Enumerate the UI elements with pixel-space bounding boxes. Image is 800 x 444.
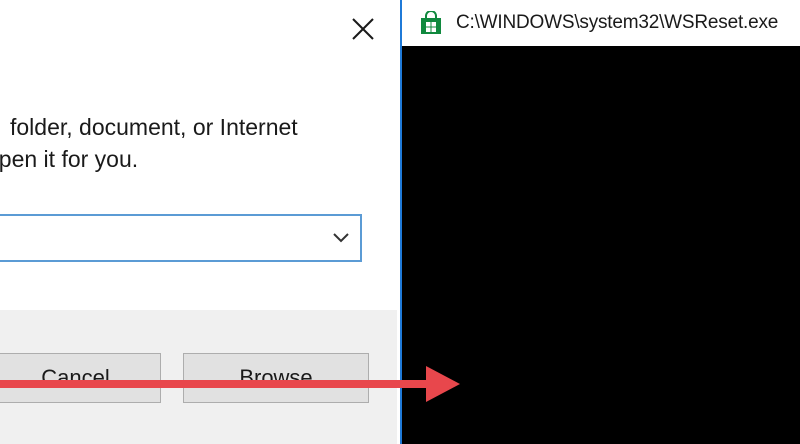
close-icon [352, 18, 374, 40]
browse-button[interactable]: Browse [183, 353, 369, 403]
run-dialog: folder, document, or Internet open it fo… [0, 0, 397, 444]
screen: folder, document, or Internet open it fo… [0, 0, 800, 444]
store-icon [418, 10, 444, 36]
dropdown-button[interactable] [326, 218, 356, 258]
cancel-button[interactable]: Cancel [0, 353, 161, 403]
console-titlebar[interactable]: C:\WINDOWS\system32\WSReset.exe [402, 0, 800, 46]
description-line-2: open it for you. [0, 146, 139, 172]
close-button[interactable] [344, 10, 382, 48]
run-dialog-content: folder, document, or Internet open it fo… [0, 62, 397, 310]
run-dialog-footer: Cancel Browse [0, 310, 397, 444]
console-window: C:\WINDOWS\system32\WSReset.exe [402, 0, 800, 444]
open-combobox[interactable] [0, 214, 362, 262]
run-description: folder, document, or Internet open it fo… [0, 111, 397, 175]
console-title: C:\WINDOWS\system32\WSReset.exe [456, 12, 779, 33]
console-body [402, 46, 800, 444]
chevron-down-icon [333, 233, 349, 243]
description-line-1: folder, document, or Internet [10, 114, 298, 140]
run-dialog-titlebar [0, 0, 397, 62]
open-input[interactable] [4, 220, 308, 258]
